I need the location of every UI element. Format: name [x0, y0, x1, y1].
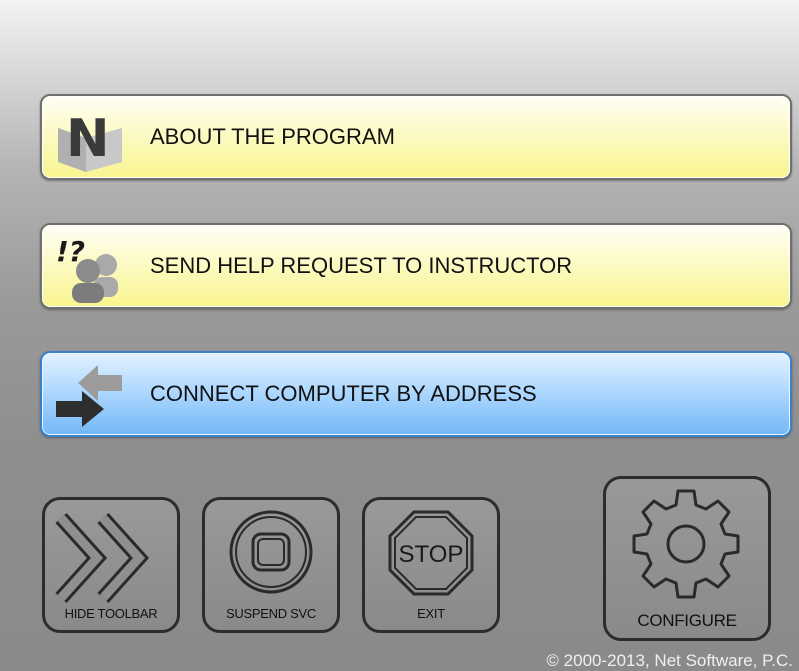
gear-icon	[632, 489, 740, 599]
stop-square-icon	[229, 510, 313, 594]
stop-sign-text: STOP	[399, 541, 464, 568]
exit-button[interactable]: STOP EXIT	[362, 497, 500, 633]
double-chevron-icon	[55, 512, 150, 604]
configure-button[interactable]: CONFIGURE	[603, 476, 771, 641]
about-program-label: ABOUT THE PROGRAM	[150, 124, 395, 149]
connect-computer-label: CONNECT COMPUTER BY ADDRESS	[150, 381, 537, 406]
configure-label: CONFIGURE	[637, 611, 737, 630]
exit-label: EXIT	[417, 606, 445, 621]
suspend-service-label: SUSPEND SVC	[226, 606, 316, 621]
stop-sign-icon: STOP	[388, 510, 474, 596]
suspend-service-button[interactable]: SUSPEND SVC	[202, 497, 340, 633]
about-program-button[interactable]: N ABOUT THE PROGRAM	[40, 94, 792, 180]
hide-toolbar-button[interactable]: HIDE TOOLBAR	[42, 497, 180, 633]
help-request-icon: !?	[56, 235, 118, 303]
connect-computer-button[interactable]: CONNECT COMPUTER BY ADDRESS	[40, 351, 792, 437]
help-request-button[interactable]: !? SEND HELP REQUEST TO INSTRUCTOR	[40, 223, 792, 309]
logo-letter: N	[66, 109, 110, 169]
help-request-label: SEND HELP REQUEST TO INSTRUCTOR	[150, 253, 573, 278]
copyright-text: © 2000-2013, Net Software, P.C.	[546, 651, 793, 670]
hide-toolbar-label: HIDE TOOLBAR	[64, 606, 158, 621]
connect-arrows-icon	[56, 365, 122, 427]
logo-n-icon: N	[58, 109, 122, 172]
help-icon-text: !?	[56, 235, 85, 268]
